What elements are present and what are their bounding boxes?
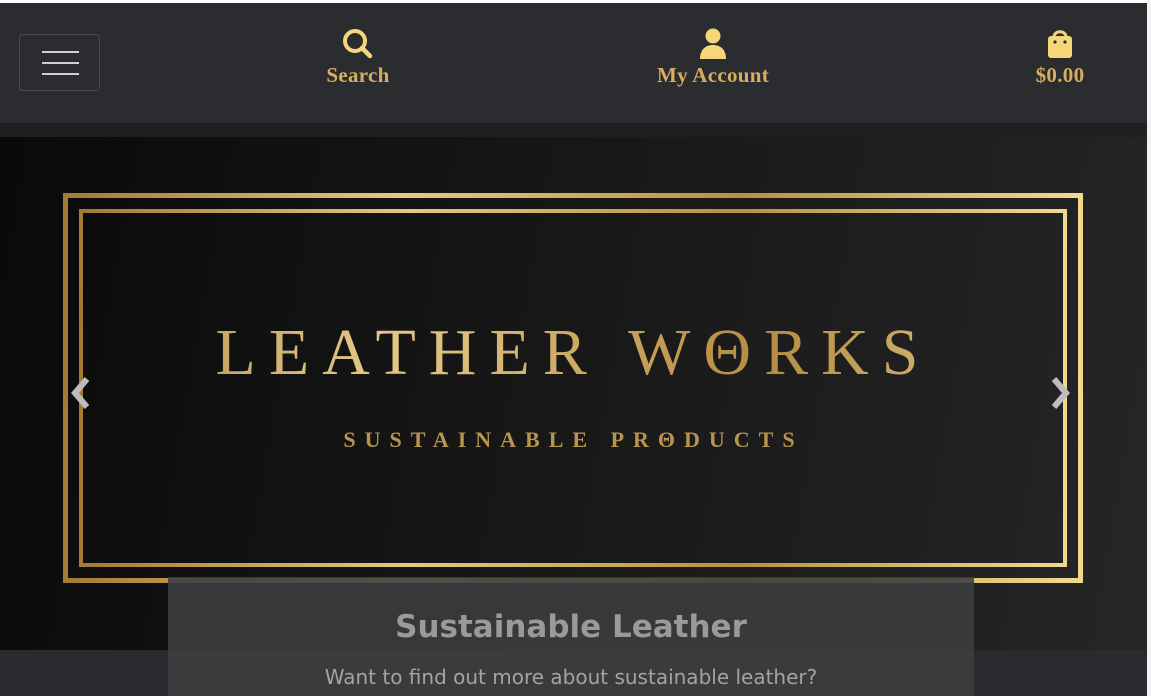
caption-title: Sustainable Leather	[395, 609, 747, 645]
chevron-right-icon	[1051, 377, 1070, 409]
cart-total: $0.00	[1035, 63, 1085, 87]
search-label: Search	[326, 63, 390, 87]
carousel-prev-button[interactable]	[66, 373, 96, 413]
brand-logo-subtitle: SUSTAINABLE PRΘDUCTS	[343, 427, 804, 452]
search-link[interactable]: Search	[318, 25, 398, 88]
cart-link[interactable]: $0.00	[1022, 25, 1098, 88]
chevron-left-icon	[71, 377, 90, 409]
user-icon	[700, 28, 726, 59]
header-divider	[0, 123, 1147, 137]
caption-text[interactable]: Want to find out more about sustainable …	[168, 665, 974, 689]
site-header: Search My Account $0.00	[0, 3, 1147, 123]
carousel-caption: Sustainable Leather Want to find out mor…	[168, 577, 974, 696]
brand-logo-title: LEATHER WΘRKS	[0, 315, 1147, 391]
carousel-next-button[interactable]	[1045, 373, 1075, 413]
window-edge	[1147, 0, 1151, 696]
menu-toggle-button[interactable]	[19, 34, 100, 91]
search-icon	[343, 29, 373, 59]
my-account-label: My Account	[656, 63, 770, 87]
hero-carousel[interactable]: LEATHER WΘRKS SUSTAINABLE PRΘDUCTS	[0, 137, 1147, 650]
page: Search My Account $0.00 LEATHER WΘRKS SU…	[0, 3, 1147, 696]
my-account-link[interactable]: My Account	[643, 25, 783, 88]
shopping-bag-icon	[1048, 30, 1072, 58]
